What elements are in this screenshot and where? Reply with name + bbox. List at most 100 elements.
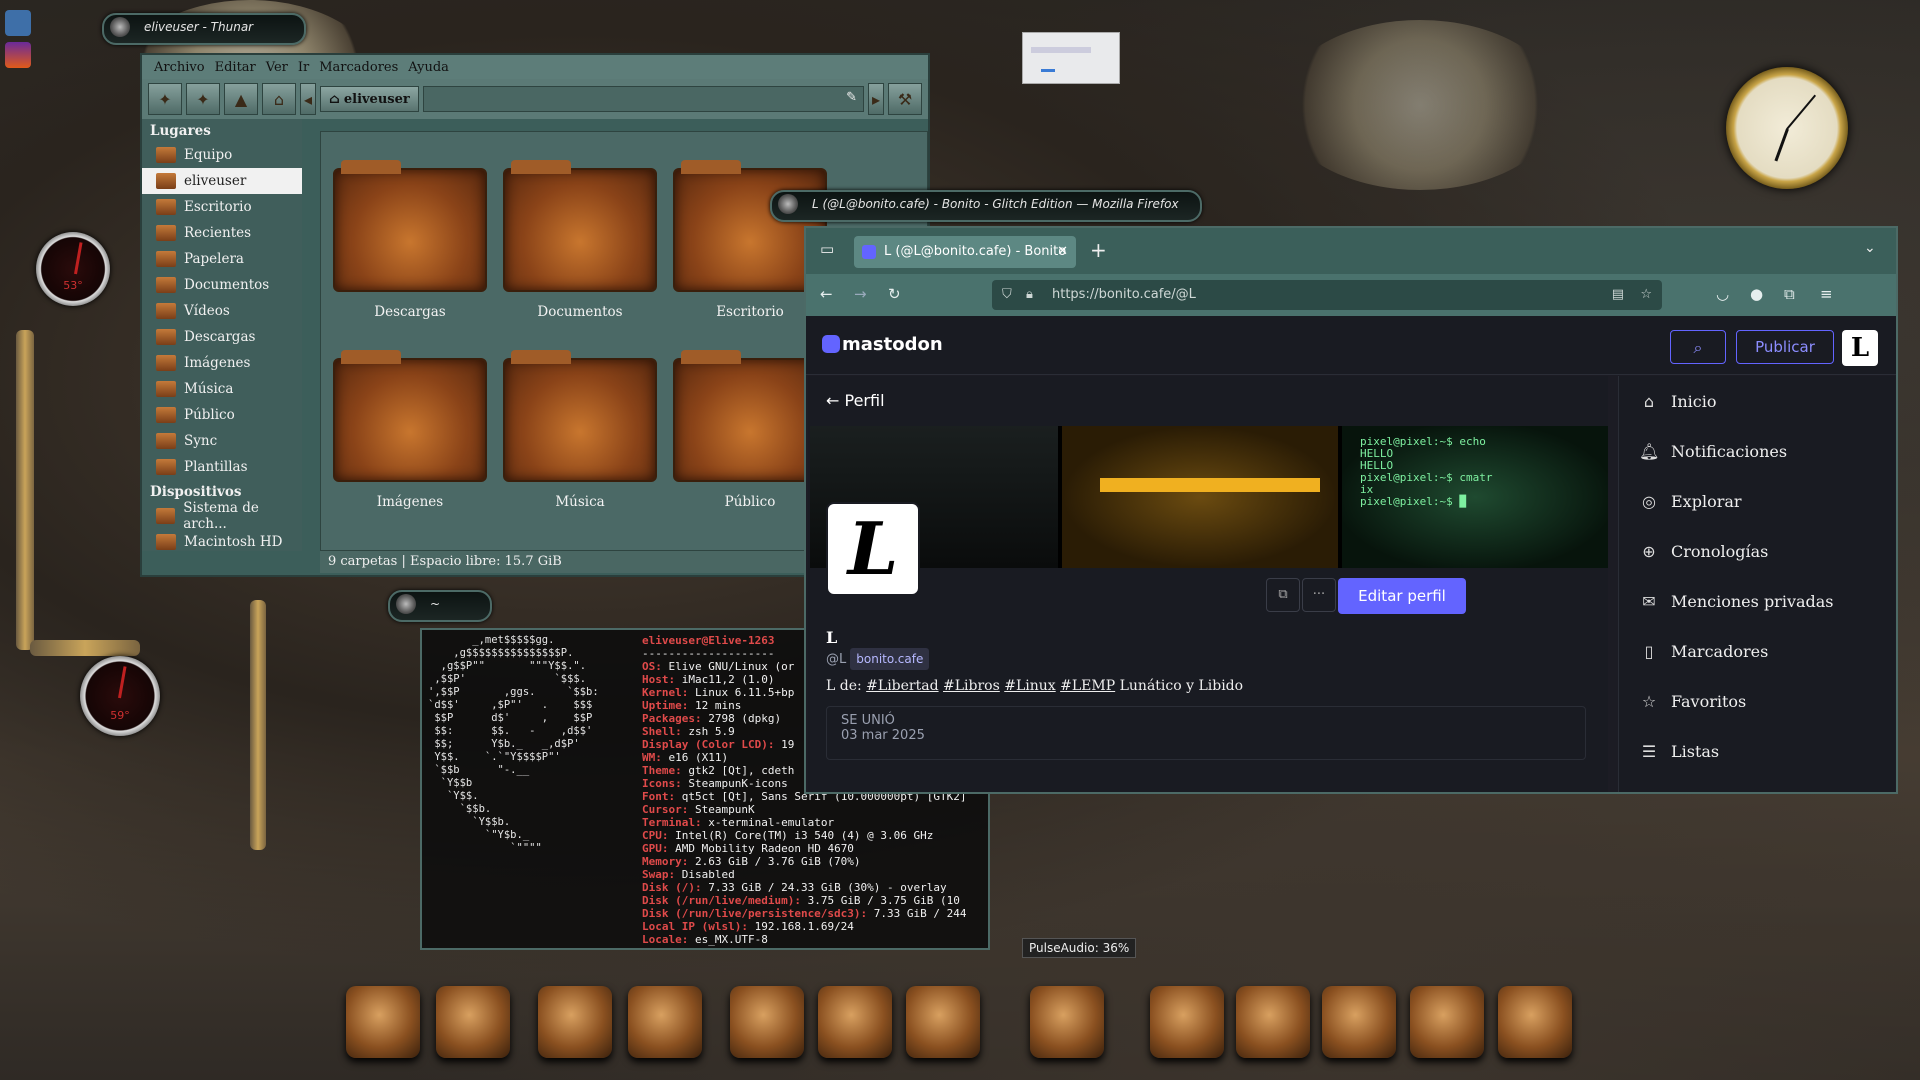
reload-icon[interactable]: ↻ — [888, 285, 901, 303]
nav-item-menciones-privadas[interactable]: ✉ Menciones privadas — [1619, 576, 1895, 626]
pocket-icon[interactable]: ◡ — [1716, 285, 1729, 303]
menu-archivo[interactable]: Archivo — [154, 60, 205, 75]
nav-item-notificaciones[interactable]: 🔔︎ Notificaciones — [1619, 426, 1895, 476]
breadcrumb[interactable]: ⌂ eliveuser — [320, 86, 419, 112]
forward-button[interactable]: ✦ — [186, 83, 220, 115]
sysinfo-line: GPU: AMD Mobility Radeon HD 4670 — [642, 842, 984, 855]
thunar-title-tab[interactable]: eliveuser - Thunar — [102, 13, 306, 45]
header-avatar[interactable]: L — [1842, 330, 1878, 366]
bookmark-star-icon[interactable]: ☆ — [1640, 280, 1652, 310]
crumb-right-button[interactable]: ▸ — [868, 83, 884, 115]
dock-notes-icon[interactable] — [436, 986, 510, 1058]
nav-item-inicio[interactable]: ⌂ Inicio — [1619, 376, 1895, 426]
sidebar-item-plantillas[interactable]: Plantillas — [142, 454, 302, 480]
back-arrow-icon[interactable]: ← — [820, 285, 833, 303]
nav-item-listas[interactable]: ☰ Listas — [1619, 726, 1895, 776]
wrench-button[interactable]: ⚒ — [888, 83, 922, 115]
sidebar-item-filesystem[interactable]: Sistema de arch... — [142, 500, 302, 532]
folder-imagenes[interactable]: Imágenes — [325, 350, 487, 538]
window-knob-icon[interactable] — [110, 17, 130, 37]
extensions-icon[interactable]: ⧉ — [1784, 285, 1795, 303]
sidebar-item-recientes[interactable]: Recientes — [142, 220, 302, 246]
folder-descargas[interactable]: Descargas — [325, 160, 487, 348]
tab-overview-icon[interactable]: ▭ — [820, 240, 834, 258]
new-tab-icon[interactable]: + — [1090, 238, 1107, 262]
hashtag-link[interactable]: #Libros — [943, 678, 1000, 694]
location-bar[interactable]: ✎ — [422, 86, 864, 112]
window-knob-icon[interactable] — [396, 594, 416, 614]
sidebar-item-macintosh-hd[interactable]: Macintosh HD — [142, 529, 302, 555]
dock-document-icon[interactable] — [1030, 986, 1104, 1058]
sidebar-item-documentos[interactable]: Documentos — [142, 272, 302, 298]
nav-item-marcadores[interactable]: ▯ Marcadores — [1619, 626, 1895, 676]
dock-film-reel-icon[interactable] — [906, 986, 980, 1058]
copy-button[interactable]: ⧉ — [1266, 578, 1300, 612]
menu-icon[interactable]: ≡ — [1820, 285, 1833, 303]
terminal-title-tab[interactable]: ~ — [388, 590, 492, 622]
menu-editar[interactable]: Editar — [215, 60, 256, 75]
sysinfo-key: GPU: — [642, 842, 669, 855]
crumb-left-button[interactable]: ◂ — [300, 83, 316, 115]
sidebar-item-musica[interactable]: Música — [142, 376, 302, 402]
sidebar-item-papelera[interactable]: Papelera — [142, 246, 302, 272]
dock-trash-icon[interactable] — [1410, 986, 1484, 1058]
folder-musica[interactable]: Música — [495, 350, 657, 538]
sidebar-item-equipo[interactable]: Equipo — [142, 142, 302, 168]
sysinfo-key: Local IP (wlsl): — [642, 920, 748, 933]
sysinfo-key: Disk (/): — [642, 881, 702, 894]
hashtag-link[interactable]: #Linux — [1004, 678, 1055, 694]
dock-firefox-icon[interactable] — [730, 986, 804, 1058]
dock-folder-icon[interactable] — [1236, 986, 1310, 1058]
sidebar-item-descargas[interactable]: Descargas — [142, 324, 302, 350]
nav-item-cronologías[interactable]: ⊕ Cronologías — [1619, 526, 1895, 576]
window-knob-icon[interactable] — [778, 194, 798, 214]
menu-ir[interactable]: Ir — [298, 60, 309, 75]
sidebar-item-imagenes[interactable]: Imágenes — [142, 350, 302, 376]
more-button[interactable]: ··· — [1302, 578, 1336, 612]
profile-back-header[interactable]: ← Perfil — [808, 376, 1608, 426]
hashtag-link[interactable]: #LEMP — [1060, 678, 1115, 694]
home-button[interactable]: ⌂ — [262, 83, 296, 115]
dock-tools-icon[interactable] — [628, 986, 702, 1058]
dock-gauge-icon[interactable] — [1150, 986, 1224, 1058]
pencil-icon[interactable]: ✎ — [846, 90, 857, 105]
search-button[interactable]: ⌕ — [1670, 330, 1726, 364]
tab-list-chevron-icon[interactable]: ⌄ — [1864, 240, 1876, 256]
nav-item-favoritos[interactable]: ☆ Favoritos — [1619, 676, 1895, 726]
sidebar-item-videos[interactable]: Vídeos — [142, 298, 302, 324]
folder-publico[interactable]: Público — [665, 350, 827, 538]
nav-item-explorar[interactable]: ◎ Explorar — [1619, 476, 1895, 526]
sidebar-item-escritorio[interactable]: Escritorio — [142, 194, 302, 220]
url-bar[interactable]: ⛉ 🔒︎ https://bonito.cafe/@L ▤ ☆ — [992, 280, 1662, 310]
firefox-title-tab[interactable]: L (@L@bonito.cafe) - Bonito - Glitch Edi… — [770, 190, 1202, 222]
browser-tab[interactable]: L (@L@bonito.cafe) - Bonito ✕ — [854, 236, 1076, 268]
menu-marcadores[interactable]: Marcadores — [319, 60, 398, 75]
account-icon[interactable]: ● — [1750, 285, 1763, 303]
phone-icon[interactable] — [5, 10, 31, 36]
dock-mail-icon[interactable] — [818, 986, 892, 1058]
hashtag-link[interactable]: #Libertad — [866, 678, 938, 694]
dock-heart-icon[interactable] — [538, 986, 612, 1058]
domain-badge[interactable]: bonito.cafe — [850, 648, 930, 670]
edit-profile-button[interactable]: Editar perfil — [1338, 578, 1466, 614]
fire-icon[interactable] — [5, 42, 31, 68]
profile-column: ← Perfil pixel@pixel:~$ echo HELLO HELLO… — [808, 376, 1608, 792]
sidebar-item-publico[interactable]: Público — [142, 402, 302, 428]
dock-photos-icon[interactable] — [346, 986, 420, 1058]
dock-clock-icon[interactable] — [1498, 986, 1572, 1058]
dock-terminal-icon[interactable] — [1322, 986, 1396, 1058]
publish-button[interactable]: Publicar — [1736, 330, 1834, 364]
forward-arrow-icon[interactable]: → — [854, 285, 867, 303]
mastodon-logo[interactable]: mastodon — [822, 334, 943, 355]
back-button[interactable]: ✦ — [148, 83, 182, 115]
menu-ayuda[interactable]: Ayuda — [408, 60, 449, 75]
reader-view-icon[interactable]: ▤ — [1612, 280, 1624, 310]
sidebar-item-sync[interactable]: Sync — [142, 428, 302, 454]
folder-documentos[interactable]: Documentos — [495, 160, 657, 348]
up-button[interactable]: ▲ — [224, 83, 258, 115]
sidebar-item-eliveuser[interactable]: eliveuser — [142, 168, 302, 194]
profile-avatar[interactable]: L — [826, 502, 920, 596]
close-tab-icon[interactable]: ✕ — [1057, 236, 1068, 268]
window-thumbnail[interactable] — [1022, 32, 1120, 84]
menu-ver[interactable]: Ver — [266, 60, 288, 75]
